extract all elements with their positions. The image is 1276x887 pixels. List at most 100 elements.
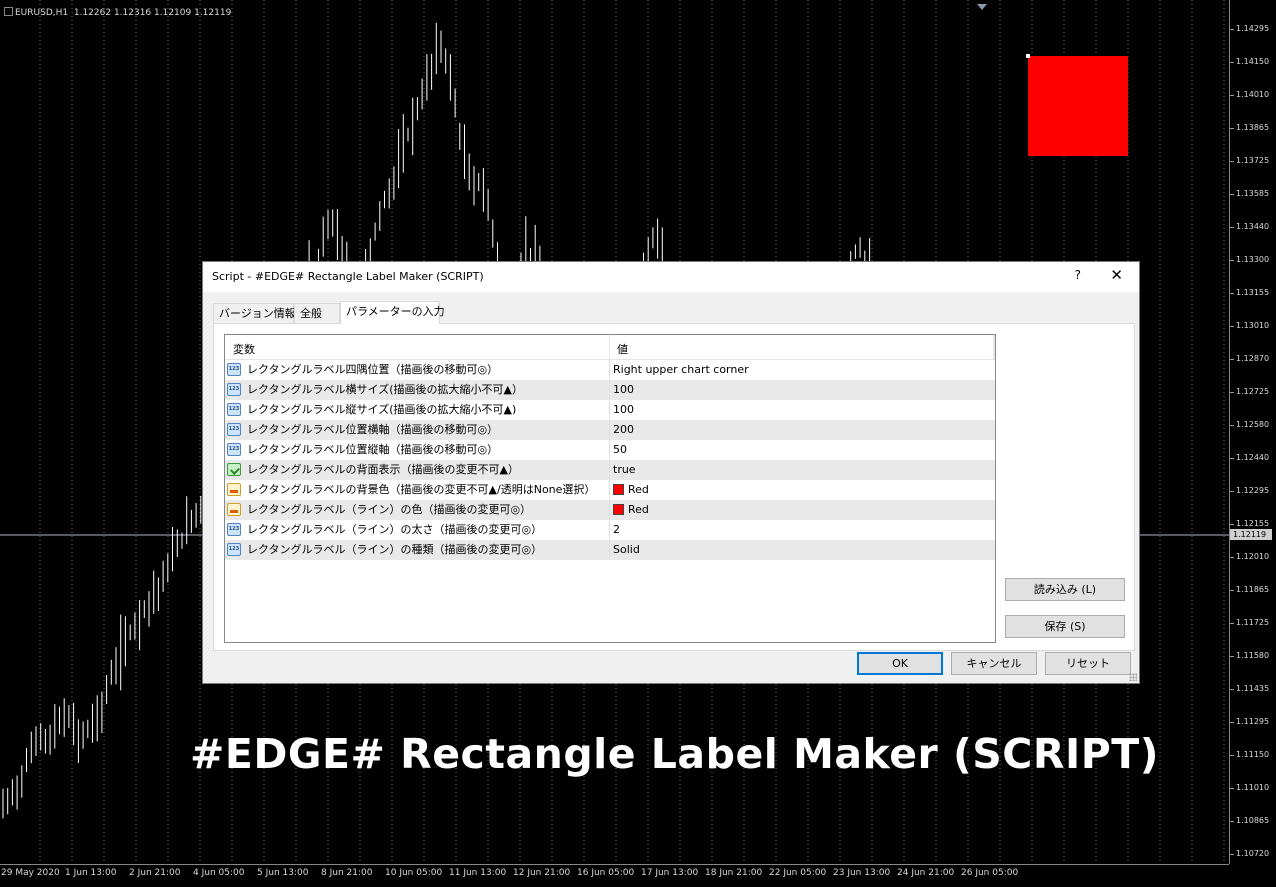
load-button[interactable]: 読み込み (L) <box>1005 578 1125 601</box>
parameter-value-text: true <box>613 463 636 476</box>
price-tick-label: 1.13865 <box>1229 123 1270 132</box>
parameter-name: レクタングルラベル（ライン）の太さ（描画後の変更可◎） <box>247 523 543 536</box>
cancel-button[interactable]: キャンセル <box>951 652 1037 675</box>
chart-shift-marker-icon[interactable] <box>977 4 987 10</box>
banner-title: #EDGE# Rectangle Label Maker (SCRIPT) <box>190 730 1159 778</box>
chart-ohlc: 1.12262 1.12316 1.12109 1.12119 <box>73 8 232 18</box>
parameter-row[interactable]: 123 レクタングルラベル（ライン）の太さ（描画後の変更可◎） 2 <box>225 520 995 540</box>
parameter-name: レクタングルラベル（ライン）の種類（描画後の変更可◎） <box>247 543 543 556</box>
column-divider <box>609 540 610 560</box>
price-tick-label: 1.13155 <box>1229 288 1270 297</box>
time-tick-label: 8 Jun 21:00 <box>321 868 373 878</box>
price-tick-label: 1.12010 <box>1229 552 1270 561</box>
parameter-row[interactable]: 123 レクタングルラベル（ライン）の種類（描画後の変更可◎） Solid <box>225 540 995 560</box>
column-divider <box>609 335 610 359</box>
time-tick-label: 10 Jun 05:00 <box>385 868 443 878</box>
price-tick-label: 1.13725 <box>1229 156 1270 165</box>
rectangle-label[interactable] <box>1028 56 1128 156</box>
parameter-name: レクタングルラベル位置横軸（描画後の移動可◎） <box>247 423 499 436</box>
column-variable[interactable]: 変数 <box>233 341 255 357</box>
price-tick-label: 1.12295 <box>1229 486 1270 495</box>
parameter-value[interactable]: 50 <box>613 440 627 460</box>
parameter-value[interactable]: 200 <box>613 420 634 440</box>
help-icon[interactable]: ? <box>1075 268 1081 282</box>
column-divider <box>609 480 610 500</box>
parameter-row[interactable]: レクタングルラベルの背景色（描画後の変更不可▲/透明はNone選択） Red <box>225 480 995 500</box>
parameter-value[interactable]: Right upper chart corner <box>613 360 749 380</box>
price-tick-label: 1.12440 <box>1229 453 1270 462</box>
parameter-row[interactable]: 123 レクタングルラベル四隅位置（描画後の移動可◎） Right upper ch… <box>225 360 995 380</box>
save-button[interactable]: 保存 (S) <box>1005 615 1125 638</box>
column-divider <box>609 400 610 420</box>
parameter-value-text: 100 <box>613 383 634 396</box>
ok-button[interactable]: OK <box>857 652 943 675</box>
numeric-param-icon: 123 <box>227 443 241 456</box>
numeric-param-icon: 123 <box>227 383 241 396</box>
grid-scroll-edge <box>993 335 995 359</box>
time-tick-label: 5 Jun 13:00 <box>257 868 309 878</box>
parameter-name: レクタングルラベルの背景色（描画後の変更不可▲/透明はNone選択） <box>247 483 596 496</box>
numeric-param-icon: 123 <box>227 523 241 536</box>
time-axis[interactable]: 29 May 2020 1 Jun 13:00 2 Jun 21:00 4 Jun 0… <box>0 864 1229 887</box>
parameter-value[interactable]: 100 <box>613 380 634 400</box>
price-axis[interactable]: 1.14295 1.14150 1.14010 1.13865 1.13725 1.135… <box>1229 0 1276 864</box>
time-tick-label: 1 Jun 13:00 <box>65 868 117 878</box>
column-divider <box>609 440 610 460</box>
parameter-row[interactable]: 123 レクタングルラベル位置縦軸（描画後の移動可◎） 50 <box>225 440 995 460</box>
tab-general[interactable]: 全般 <box>294 303 340 323</box>
parameter-value[interactable]: 100 <box>613 400 634 420</box>
time-tick-label: 2 Jun 21:00 <box>129 868 181 878</box>
close-icon[interactable]: ✕ <box>1110 266 1123 284</box>
parameter-value-text: 200 <box>613 423 634 436</box>
price-tick-label: 1.12725 <box>1229 387 1270 396</box>
column-divider <box>609 460 610 480</box>
parameter-value-text: Red <box>628 483 649 496</box>
parameter-value-text: Right upper chart corner <box>613 363 749 376</box>
price-tick-label: 1.11150 <box>1229 750 1270 759</box>
chart-symbol: EURUSD,H1 <box>15 8 69 18</box>
parameter-value-text: 100 <box>613 403 634 416</box>
parameter-value[interactable]: 2 <box>613 520 620 540</box>
parameter-row[interactable]: 123 レクタングルラベル横サイズ(描画後の拡大縮小不可▲） 100 <box>225 380 995 400</box>
parameter-name: レクタングルラベルの背面表示（描画後の変更不可▲） <box>247 463 520 476</box>
parameter-row[interactable]: 123 レクタングルラベル位置横軸（描画後の移動可◎） 200 <box>225 420 995 440</box>
rectangle-label-anchor[interactable] <box>1026 54 1030 58</box>
parameter-name: レクタングルラベル横サイズ(描画後の拡大縮小不可▲） <box>247 383 523 396</box>
parameter-name: レクタングルラベル縦サイズ(描画後の拡大縮小不可▲) <box>247 403 517 416</box>
tab-parameters[interactable]: パラメーターの入力 <box>340 301 445 324</box>
numeric-param-icon: 123 <box>227 363 241 376</box>
parameter-value[interactable]: Red <box>613 480 649 500</box>
resize-grip-icon[interactable] <box>1129 673 1137 681</box>
current-price-label: 1.12119 <box>1230 529 1272 540</box>
script-properties-dialog: Script - #EDGE# Rectangle Label Maker (S… <box>202 261 1140 684</box>
time-tick-label: 23 Jun 13:00 <box>833 868 891 878</box>
time-tick-label: 18 Jun 21:00 <box>705 868 763 878</box>
price-tick-label: 1.10720 <box>1229 849 1270 858</box>
column-value[interactable]: 値 <box>617 341 628 357</box>
parameters-panel: 変数 値 123 レクタングルラベル四隅位置（描画後の移動可◎） Right upp… <box>213 323 1135 651</box>
parameter-name: レクタングルラベル（ライン）の色（描画後の変更可◎） <box>247 503 532 516</box>
parameter-value-text: Red <box>628 503 649 516</box>
dialog-titlebar[interactable]: Script - #EDGE# Rectangle Label Maker (S… <box>203 262 1139 292</box>
parameter-value[interactable]: Solid <box>613 540 640 560</box>
parameter-row[interactable]: レクタングルラベルの背面表示（描画後の変更不可▲） true <box>225 460 995 480</box>
parameter-value[interactable]: true <box>613 460 636 480</box>
price-tick-label: 1.13010 <box>1229 321 1270 330</box>
price-tick-label: 1.11010 <box>1229 783 1270 792</box>
column-divider <box>609 520 610 540</box>
parameter-rows: 123 レクタングルラベル四隅位置（描画後の移動可◎） Right upper ch… <box>225 360 995 560</box>
price-tick-label: 1.13300 <box>1229 255 1270 264</box>
price-tick-label: 1.13585 <box>1229 189 1270 198</box>
parameter-row[interactable]: レクタングルラベル（ライン）の色（描画後の変更可◎） Red <box>225 500 995 520</box>
parameters-grid: 変数 値 123 レクタングルラベル四隅位置（描画後の移動可◎） Right upp… <box>224 334 996 643</box>
price-tick-label: 1.12580 <box>1229 420 1270 429</box>
price-tick-label: 1.11580 <box>1229 651 1270 660</box>
parameter-row[interactable]: 123 レクタングルラベル縦サイズ(描画後の拡大縮小不可▲) 100 <box>225 400 995 420</box>
price-tick-label: 1.11435 <box>1229 684 1270 693</box>
parameter-value[interactable]: Red <box>613 500 649 520</box>
reset-button[interactable]: リセット <box>1045 652 1131 675</box>
price-tick-label: 1.14295 <box>1229 24 1270 33</box>
time-tick-label: 22 Jun 05:00 <box>769 868 827 878</box>
time-tick-label: 29 May 2020 <box>1 868 60 878</box>
tab-version-info[interactable]: バージョン情報 <box>213 303 296 323</box>
